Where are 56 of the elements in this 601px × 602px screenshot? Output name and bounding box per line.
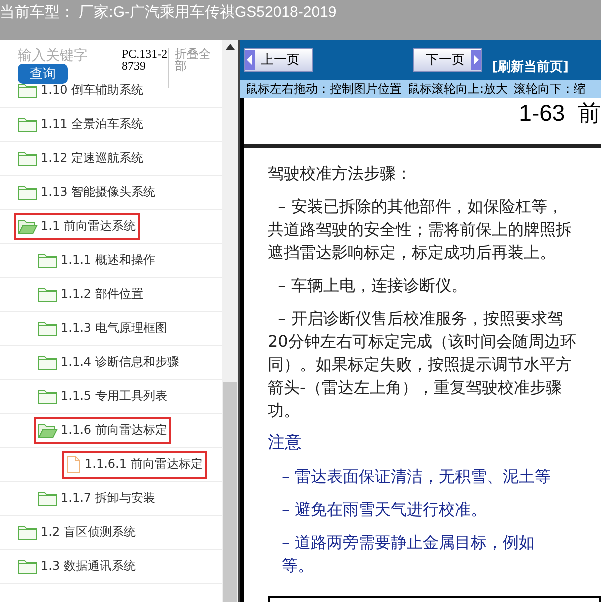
refresh-page-link[interactable]: [刷新当前页]	[492, 58, 569, 76]
folder-icon	[18, 558, 38, 574]
document-text-line: 等。	[282, 555, 315, 577]
scrollbar-thumb[interactable]	[223, 382, 237, 602]
next-page-button[interactable]: 下一页	[413, 48, 482, 72]
tree-item[interactable]: 1.2 盲区侦测系统	[14, 519, 140, 546]
scrollbar[interactable]	[222, 40, 238, 602]
hint-text: 滚轮向下：缩	[514, 80, 586, 98]
tree-item[interactable]: 1.1.4 诊断信息和步骤	[34, 349, 184, 376]
folder-icon	[38, 490, 58, 506]
document-text-line: 遮挡雷达影响标定，标定成功后再装上。	[268, 242, 557, 264]
section-heading: 注意	[268, 432, 303, 455]
document-text-line: 功。	[268, 400, 301, 422]
document-text-line: – 避免在雨雪天气进行校准。	[282, 499, 488, 521]
tree-item[interactable]: 1.13 智能摄像头系统	[14, 179, 160, 206]
document-text-line: 同）。如果标定失败，按照提示调节水平方	[268, 354, 573, 376]
tree-item[interactable]: 1.1.7 拆卸与安装	[34, 485, 160, 512]
previous-page-button[interactable]: 上一页	[244, 48, 313, 72]
folder-icon	[38, 286, 58, 302]
folder-icon	[18, 82, 38, 98]
hint-text: 鼠标左右拖动：控制图片位置	[246, 80, 402, 98]
tree-item[interactable]: 1.1.2 部件位置	[34, 281, 148, 308]
folder-icon	[38, 388, 58, 404]
document-icon	[66, 456, 82, 474]
tree-item[interactable]: 1.1 前向雷达系统	[14, 213, 140, 240]
document-text-line: – 道路两旁需要静止金属目标，例如	[282, 532, 536, 554]
tree-item[interactable]: 1.11 全景泊车系统	[14, 111, 148, 138]
document-text-line: – 车辆上电，连接诊断仪。	[277, 275, 468, 297]
scroll-up-icon[interactable]	[226, 44, 234, 50]
tree-item[interactable]: 1.12 定速巡航系统	[14, 145, 148, 172]
folder-icon	[18, 150, 38, 166]
page-heading: 1-63 前	[519, 99, 601, 128]
search-button[interactable]: 查询	[18, 64, 68, 84]
open-folder-icon	[18, 218, 38, 234]
vehicle-model-title: 当前车型： 厂家:G-广汽乘用车传祺GS52018-2019	[0, 3, 337, 22]
folder-icon	[18, 116, 38, 132]
tree-item[interactable]: 1.3 数据通讯系统	[14, 553, 140, 580]
tree-item[interactable]: 1.1.1 概述和操作	[34, 247, 160, 274]
tree-item[interactable]: 1.1.3 电气原理框图	[34, 315, 172, 342]
hint-text: 鼠标滚轮向上:放大	[408, 80, 508, 98]
document-text-line: 箭头-（雷达左上角），重复驾驶校准步骤	[268, 377, 563, 399]
document-text-line: 20分钟左右可标定完成（该时间会随周边环	[268, 331, 578, 353]
folder-icon	[38, 320, 58, 336]
tree-item[interactable]: 1.1.6 前向雷达标定	[34, 417, 172, 444]
document-text-line: 共道路驾驶的安全性；需将前保上的牌照拆	[268, 219, 573, 241]
tree-item[interactable]: 1.1.6.1 前向雷达标定	[62, 450, 207, 478]
folder-icon	[38, 354, 58, 370]
document-text-line: – 雷达表面保证清洁，无积雪、泥土等	[282, 466, 552, 488]
folder-icon	[38, 252, 58, 268]
folder-icon	[18, 524, 38, 540]
tree-item[interactable]: 1.1.5 专用工具列表	[34, 383, 172, 410]
document-text-line: – 安装已拆除的其他部件，如保险杠等，	[277, 196, 564, 218]
document-text-line: – 开启诊断仪售后校准服务，按照要求驾	[277, 308, 564, 330]
document-text-line: 驾驶校准方法步骤：	[268, 163, 413, 185]
folder-icon	[18, 184, 38, 200]
open-folder-icon	[38, 422, 58, 438]
